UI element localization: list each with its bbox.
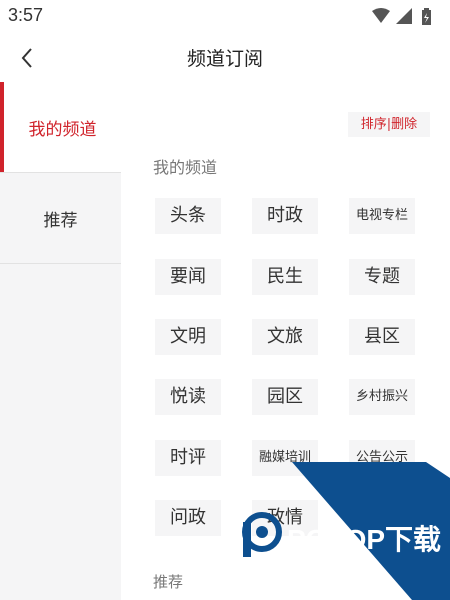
channel-chip[interactable]: 文明 — [155, 319, 221, 355]
sidebar-item-recommend[interactable]: 推荐 — [0, 173, 121, 263]
channel-chip[interactable]: 问政 — [155, 500, 221, 536]
channel-chip[interactable]: 乡村振兴 — [349, 379, 415, 415]
channel-chip[interactable]: 专题 — [349, 259, 415, 295]
sidebar-item-my-channels[interactable]: 我的频道 — [0, 82, 121, 172]
header: 频道订阅 — [0, 34, 450, 82]
page-title: 频道订阅 — [186, 48, 263, 70]
channel-chip[interactable]: 时评 — [155, 440, 221, 476]
channel-panel: 排序|删除 我的频道 头条 时政 电视专栏 要闻 民生 专题 文明 文旅 县区 … — [121, 82, 450, 600]
wifi-icon — [372, 8, 390, 23]
channel-chip[interactable]: 融媒培训 — [252, 440, 318, 476]
channel-chip[interactable]: 头条 — [155, 198, 221, 234]
sort-delete-button[interactable]: 排序|删除 — [348, 112, 430, 137]
channel-chip[interactable]: 文旅 — [252, 319, 318, 355]
channel-chip[interactable]: 民生 — [252, 259, 318, 295]
signal-icon — [396, 8, 412, 24]
sidebar: 我的频道 推荐 — [0, 82, 121, 600]
recommend-title: 推荐 — [153, 573, 184, 591]
channel-chip[interactable]: 县区 — [349, 319, 415, 355]
channel-chip[interactable]: 公告公示 — [349, 440, 415, 476]
battery-icon — [422, 8, 431, 25]
my-channels-title: 我的频道 — [153, 158, 218, 177]
channel-chip[interactable]: 电视专栏 — [349, 198, 415, 234]
status-time: 3:57 — [8, 5, 44, 25]
channel-chip[interactable]: 要闻 — [155, 259, 221, 295]
channel-chip[interactable]: 悦读 — [155, 379, 221, 415]
sidebar-divider — [0, 263, 121, 264]
channel-chip[interactable]: 政情 — [252, 500, 318, 536]
channel-chip[interactable]: 时政 — [252, 198, 318, 234]
status-bar: 3:57 — [0, 0, 450, 34]
status-icons — [370, 6, 440, 26]
channel-chip[interactable]: 园区 — [252, 379, 318, 415]
